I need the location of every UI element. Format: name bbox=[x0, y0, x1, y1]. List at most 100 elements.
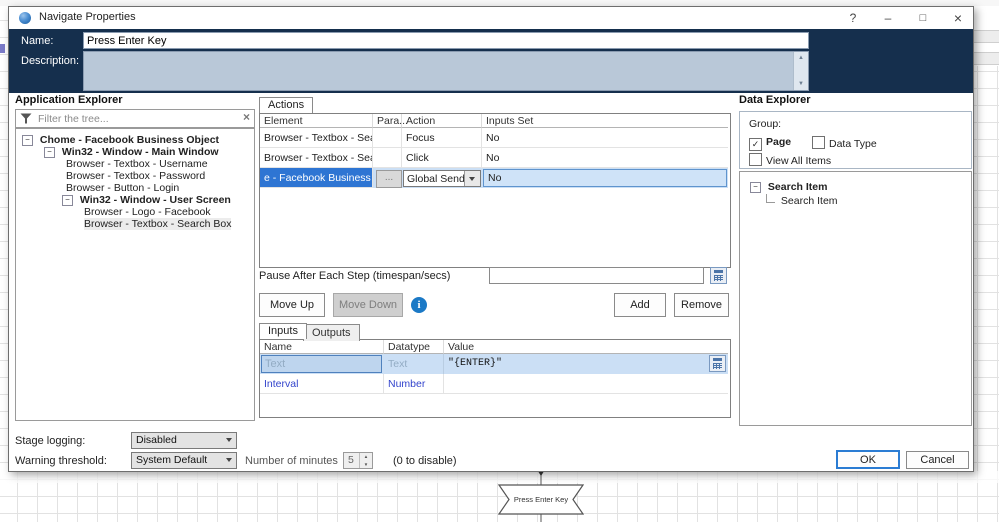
tab-outputs[interactable]: Outputs bbox=[303, 324, 360, 341]
input-value[interactable] bbox=[444, 374, 728, 394]
checkbox-view-all-items[interactable]: View All Items bbox=[749, 153, 831, 167]
move-down-button[interactable]: Move Down bbox=[333, 293, 403, 317]
tree-item-label[interactable]: Search Item bbox=[781, 195, 838, 207]
collapse-icon[interactable]: − bbox=[62, 195, 73, 206]
chevron-down-icon[interactable] bbox=[464, 171, 480, 186]
collapse-icon[interactable]: − bbox=[44, 147, 55, 158]
tree-item-row[interactable]: Browser - Textbox - Search Box bbox=[16, 218, 254, 230]
tree-item-row[interactable]: − Win32 - Window - Main Window bbox=[16, 146, 254, 158]
action-row-action[interactable]: Click bbox=[402, 148, 482, 168]
maximize-button[interactable]: □ bbox=[910, 7, 936, 29]
tab-actions-label: Actions bbox=[268, 99, 304, 111]
filter-funnel-icon bbox=[20, 113, 32, 124]
ok-button[interactable]: OK bbox=[836, 450, 900, 469]
scroll-down-icon[interactable]: ▼ bbox=[794, 78, 808, 90]
action-combobox[interactable]: Global Send Ke bbox=[403, 170, 481, 187]
action-row-element-selected[interactable]: e - Facebook Business Object bbox=[260, 168, 373, 188]
tree-item-label[interactable]: Win32 - Window - User Screen bbox=[80, 194, 231, 206]
filter-input[interactable] bbox=[36, 111, 230, 126]
tree-item-label[interactable]: Chome - Facebook Business Object bbox=[40, 134, 219, 146]
column-header-name: Name bbox=[260, 340, 384, 354]
input-name[interactable]: Interval bbox=[260, 374, 384, 394]
checkbox-page[interactable]: ✓Page bbox=[749, 136, 791, 151]
checkbox-unchecked-icon[interactable] bbox=[749, 153, 762, 166]
stage-logging-value: Disabled bbox=[136, 434, 177, 446]
input-name-cell[interactable]: Text bbox=[261, 355, 382, 373]
calculator-button[interactable] bbox=[710, 267, 727, 284]
minimize-button[interactable]: – bbox=[875, 7, 901, 29]
move-up-button[interactable]: Move Up bbox=[259, 293, 325, 317]
tree-item-row[interactable]: Browser - Button - Login bbox=[16, 182, 254, 194]
tree-item-row[interactable]: Browser - Logo - Facebook bbox=[16, 206, 254, 218]
action-row-action[interactable]: Focus bbox=[402, 128, 482, 148]
tree-item-label[interactable]: Browser - Textbox - Username bbox=[66, 158, 208, 170]
application-tree: − Chome - Facebook Business Object − Win… bbox=[15, 128, 255, 421]
input-datatype[interactable]: Text bbox=[384, 354, 444, 374]
spinner-buttons[interactable]: ▲ ▼ bbox=[359, 453, 372, 468]
add-button[interactable]: Add bbox=[614, 293, 666, 317]
tree-item-label[interactable]: Browser - Textbox - Search Box bbox=[84, 218, 231, 230]
collapse-icon[interactable]: − bbox=[22, 135, 33, 146]
remove-button[interactable]: Remove bbox=[674, 293, 729, 317]
checkbox-data-type-label: Data Type bbox=[829, 138, 877, 150]
tree-item-label[interactable]: Browser - Button - Login bbox=[66, 182, 179, 194]
warning-threshold-dropdown[interactable]: System Default bbox=[131, 452, 237, 469]
close-button[interactable]: × bbox=[945, 7, 971, 29]
tree-item-row[interactable]: − Win32 - Window - User Screen bbox=[16, 194, 254, 206]
tree-connector bbox=[766, 194, 775, 203]
checkbox-unchecked-icon[interactable] bbox=[812, 136, 825, 149]
action-row-element[interactable]: Browser - Textbox - Searc... bbox=[260, 128, 373, 148]
minutes-value: 5 bbox=[348, 454, 354, 466]
action-row-inputs-set[interactable]: No bbox=[482, 128, 728, 148]
action-row-inputs-set[interactable]: No bbox=[482, 148, 728, 168]
actions-table: Element Para... Action Inputs Set Browse… bbox=[259, 113, 731, 268]
cancel-button[interactable]: Cancel bbox=[906, 451, 969, 469]
background-app-fragment bbox=[0, 44, 5, 53]
navigate-stage[interactable]: Press Enter Key bbox=[498, 484, 584, 515]
tree-item-label[interactable]: Browser - Textbox - Password bbox=[66, 170, 205, 182]
column-header-action: Action bbox=[402, 114, 482, 128]
spin-down-icon[interactable]: ▼ bbox=[360, 461, 372, 468]
tree-item-row[interactable]: Browser - Textbox - Password bbox=[16, 170, 254, 182]
info-icon[interactable]: i bbox=[411, 297, 427, 313]
checkbox-checked-icon[interactable]: ✓ bbox=[749, 138, 762, 151]
tree-item-row[interactable]: Browser - Textbox - Username bbox=[16, 158, 254, 170]
input-value[interactable]: "{ENTER}" bbox=[444, 354, 708, 374]
input-datatype[interactable]: Number bbox=[384, 374, 444, 394]
tree-item-label[interactable]: Browser - Logo - Facebook bbox=[84, 206, 211, 218]
scroll-up-icon[interactable]: ▲ bbox=[794, 52, 808, 64]
minutes-spinner[interactable]: 5 ▲ ▼ bbox=[343, 452, 373, 469]
titlebar[interactable]: Navigate Properties ? – □ × bbox=[9, 7, 973, 30]
tree-item-label[interactable]: Win32 - Window - Main Window bbox=[62, 146, 219, 158]
description-scrollbar[interactable]: ▲ ▼ bbox=[793, 52, 808, 90]
chevron-down-icon bbox=[226, 458, 232, 462]
background-app-fragment bbox=[972, 30, 999, 43]
background-app-fragment bbox=[972, 52, 999, 65]
name-input[interactable] bbox=[83, 32, 809, 49]
blueprism-sphere-icon bbox=[19, 12, 31, 24]
checkbox-data-type[interactable]: Data Type bbox=[812, 136, 877, 150]
tab-actions[interactable]: Actions bbox=[259, 97, 313, 113]
tree-item-row[interactable]: Search Item bbox=[740, 194, 971, 208]
help-button[interactable]: ? bbox=[840, 7, 866, 29]
action-row-params[interactable] bbox=[373, 128, 402, 148]
group-label: Group: bbox=[749, 118, 781, 130]
tree-item-row[interactable]: − Chome - Facebook Business Object bbox=[16, 134, 254, 146]
params-ellipsis-button[interactable]: ... bbox=[376, 170, 402, 188]
pause-label: Pause After Each Step (timespan/secs) bbox=[259, 270, 450, 282]
collapse-icon[interactable]: − bbox=[750, 182, 761, 193]
warning-threshold-value: System Default bbox=[136, 454, 207, 466]
filter-clear-icon[interactable]: × bbox=[243, 110, 250, 124]
description-textarea[interactable]: ▲ ▼ bbox=[83, 51, 809, 91]
pause-input[interactable] bbox=[489, 267, 704, 284]
tree-item-row[interactable]: − Search Item bbox=[740, 180, 971, 194]
action-row-params[interactable] bbox=[373, 148, 402, 168]
data-explorer-tree: − Search Item Search Item bbox=[739, 171, 972, 426]
tree-item-label[interactable]: Search Item bbox=[768, 181, 828, 193]
stage-logging-dropdown[interactable]: Disabled bbox=[131, 432, 237, 449]
action-row-element[interactable]: Browser - Textbox - Searc... bbox=[260, 148, 373, 168]
calculator-button[interactable] bbox=[709, 355, 726, 372]
tab-inputs[interactable]: Inputs bbox=[259, 323, 307, 339]
spin-up-icon[interactable]: ▲ bbox=[360, 453, 372, 460]
action-row-inputs-set-selected[interactable]: No bbox=[483, 169, 727, 187]
